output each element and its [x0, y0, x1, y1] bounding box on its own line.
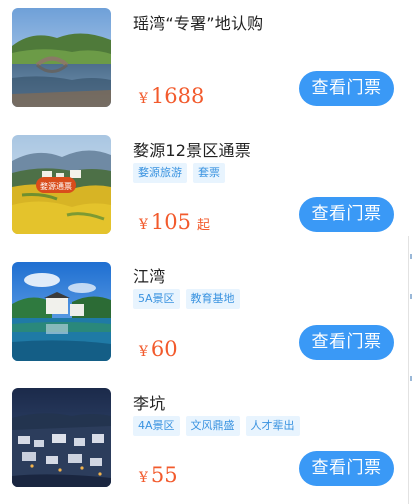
price-value: 55	[150, 463, 178, 487]
item-title: 李坑	[133, 394, 166, 413]
view-ticket-button[interactable]: 查看门票	[299, 325, 394, 360]
list-item[interactable]: 李坑 4A景区 文风鼎盛 人才辈出 ¥ 55 查看门票	[0, 378, 412, 504]
price-suffix: 起	[197, 218, 211, 233]
scroll-edge-divider	[408, 236, 412, 504]
item-price: ¥ 105 起	[139, 210, 210, 234]
item-title: 婺源12景区通票	[133, 141, 251, 160]
ticket-list: 瑶湾“专署”地认购 ¥ 1688 查看门票 婺源通票 婺源12景区通票 婺源旅游…	[0, 0, 412, 504]
night-village-photo[interactable]	[12, 388, 111, 487]
lake-bridge-photo[interactable]	[12, 8, 111, 107]
price-value: 1688	[150, 84, 205, 108]
item-price: ¥ 1688	[139, 84, 204, 108]
currency-symbol: ¥	[139, 217, 148, 233]
price-value: 60	[150, 337, 178, 361]
view-ticket-button[interactable]: 查看门票	[299, 71, 394, 106]
image-badge: 婺源通票	[40, 181, 72, 191]
tag: 婺源旅游	[133, 163, 187, 183]
tag: 教育基地	[185, 289, 240, 309]
item-price: ¥ 60	[139, 337, 178, 361]
list-item[interactable]: 婺源通票 婺源12景区通票 婺源旅游 套票 ¥ 105 起 查看门票	[0, 126, 412, 252]
tag-list: 5A景区 教育基地	[133, 289, 240, 309]
tag-list: 婺源旅游 套票	[133, 163, 225, 183]
currency-symbol: ¥	[139, 344, 148, 360]
tag: 4A景区	[133, 416, 180, 436]
item-title: 江湾	[133, 267, 166, 286]
pond-village-photo[interactable]	[12, 262, 111, 361]
item-price: ¥ 55	[139, 463, 178, 487]
currency-symbol: ¥	[139, 91, 148, 107]
tag: 文风鼎盛	[185, 416, 240, 436]
tag: 5A景区	[133, 289, 180, 309]
item-title: 瑶湾“专署”地认购	[133, 14, 264, 33]
currency-symbol: ¥	[139, 470, 148, 486]
rapeseed-village-photo[interactable]: 婺源通票	[12, 135, 111, 234]
price-value: 105	[150, 210, 192, 234]
view-ticket-button[interactable]: 查看门票	[299, 197, 394, 232]
list-item[interactable]: 江湾 5A景区 教育基地 ¥ 60 查看门票	[0, 252, 412, 378]
tag-list: 4A景区 文风鼎盛 人才辈出	[133, 416, 300, 436]
tag: 套票	[193, 163, 225, 183]
tag: 人才辈出	[245, 416, 300, 436]
list-item[interactable]: 瑶湾“专署”地认购 ¥ 1688 查看门票	[0, 0, 412, 126]
view-ticket-button[interactable]: 查看门票	[299, 451, 394, 486]
